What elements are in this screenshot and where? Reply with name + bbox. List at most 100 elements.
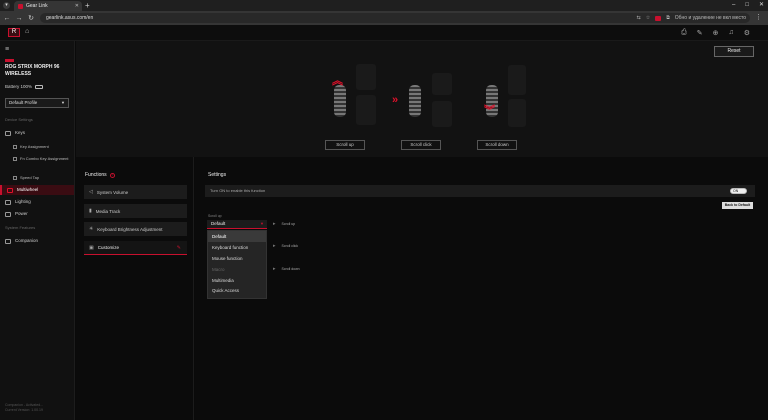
sidebar-subitem-key-assignment[interactable]: Key Assignment xyxy=(0,144,74,149)
edit-icon[interactable]: ✎ xyxy=(697,29,703,37)
browser-toolbar: ← → ↻ gearlink.asus.com/en ⇆ ☆ ⧉ Обно и … xyxy=(0,11,768,25)
option-quick-access[interactable]: Quick Access xyxy=(208,285,266,296)
close-window-button[interactable]: ✕ xyxy=(759,0,764,10)
companion-icon xyxy=(5,238,11,244)
power-icon xyxy=(5,211,11,217)
current-version: Current Version: 1.00.19 xyxy=(5,408,43,412)
arrow-right-icon: ▸ xyxy=(273,221,276,227)
maximize-button[interactable]: □ xyxy=(745,0,749,10)
function-system-volume[interactable]: ◁ System Volume xyxy=(84,185,187,199)
tab-favicon-icon xyxy=(18,3,23,9)
address-bar-icons: ⇆ ☆ ⧉ Обно и удаление не вкл место xyxy=(637,13,746,23)
tab-close-icon[interactable]: ✕ xyxy=(75,3,79,9)
enable-function-text: Turn ON to enable this function xyxy=(210,188,266,193)
home-icon[interactable]: ⌂ xyxy=(25,28,29,35)
sidebar-subitem-label: Fn Combo Key Assignment xyxy=(20,156,69,161)
star-icon[interactable]: ☆ xyxy=(646,13,650,23)
scroll-up-caption: Scroll up xyxy=(208,214,222,218)
function-type-menu: Default Keyboard function Mouse function… xyxy=(207,230,267,299)
chevron-down-icon: ▼ xyxy=(260,221,264,226)
functions-heading: Functions i xyxy=(85,172,115,178)
sidebar-item-label: Multiwheel xyxy=(17,187,39,192)
select-value: Default xyxy=(211,221,226,226)
menu-icon[interactable]: ≡ xyxy=(5,46,9,53)
sidebar-subitem-fn-combo[interactable]: Fn Combo Key Assignment xyxy=(0,156,74,161)
edit-pen-icon[interactable]: ✎ xyxy=(177,245,181,251)
globe-icon[interactable]: ⊕ xyxy=(713,29,719,37)
scroll-up-label[interactable]: Scroll up xyxy=(325,140,365,150)
multiwheel-preview: Reset ︽ Scroll up » Scroll click ︾ Scrol… xyxy=(76,41,768,157)
row-scroll-click: ▸ Scroll click xyxy=(273,243,298,249)
arrow-down-icon: ︾ xyxy=(484,105,495,117)
battery-status: Battery 100% xyxy=(5,84,44,89)
brand-logo-icon xyxy=(5,59,14,62)
profile-select[interactable]: Default Profile ▼ xyxy=(5,98,69,108)
back-icon[interactable]: ← xyxy=(2,15,12,22)
device-name: ROG STRIX MORPH 96 WIRELESS xyxy=(5,64,60,77)
enable-toggle[interactable]: ON xyxy=(730,188,747,194)
key-ghost xyxy=(356,95,376,125)
enable-function-row: Turn ON to enable this function ON xyxy=(205,185,755,197)
rog-logo-icon[interactable]: R xyxy=(8,28,20,37)
key-ghost xyxy=(432,101,452,127)
sidebar-subitem-label: Key Assignment xyxy=(20,144,49,149)
device-settings-label: Device Settings xyxy=(5,117,33,122)
option-mouse-function[interactable]: Mouse function xyxy=(208,253,266,264)
scroll-down-label[interactable]: Scroll down xyxy=(477,140,517,150)
record-badge-icon[interactable] xyxy=(655,15,662,21)
update-notice[interactable]: Обно и удаление не вкл место xyxy=(675,13,746,23)
function-customize[interactable]: ▣ Customize ✎ xyxy=(84,241,187,255)
wheel-scroll-up-graphic xyxy=(334,85,346,117)
sidebar-item-label: Power xyxy=(15,211,28,216)
settings-panel: Settings Turn ON to enable this function… xyxy=(195,157,768,420)
row-label: Scroll click xyxy=(281,244,299,248)
arrow-right-icon: ▸ xyxy=(273,266,276,272)
sidebar-item-power[interactable]: Power xyxy=(0,209,74,219)
scroll-click-label[interactable]: Scroll click xyxy=(401,140,441,150)
volume-icon: ◁ xyxy=(89,189,93,195)
translate-icon[interactable]: ⇆ xyxy=(637,13,641,23)
function-label: System Volume xyxy=(96,189,129,195)
option-default[interactable]: Default xyxy=(208,231,266,242)
option-keyboard-function[interactable]: Keyboard function xyxy=(208,242,266,253)
settings-title: Settings xyxy=(208,172,227,178)
sidebar-subitem-speed-tap[interactable]: Speed Tap xyxy=(0,175,74,180)
window-controls: – □ ✕ xyxy=(732,0,764,10)
function-label: Media Track xyxy=(95,208,121,214)
key-ghost xyxy=(432,73,452,95)
info-icon[interactable]: i xyxy=(109,172,115,178)
wheel-icon xyxy=(7,187,13,193)
brightness-icon: ✳ xyxy=(89,226,94,232)
extensions-icon[interactable]: ⧉ xyxy=(666,13,670,23)
reload-icon[interactable]: ↻ xyxy=(26,14,36,22)
minimize-button[interactable]: – xyxy=(732,0,735,10)
row-label: Scroll down xyxy=(281,267,300,271)
back-to-default-button[interactable]: Back to Default xyxy=(722,202,753,209)
new-tab-button[interactable]: + xyxy=(85,1,90,10)
browser-menu-icon[interactable]: ▾ xyxy=(3,2,10,9)
browser-tab[interactable]: Gear Link ✕ xyxy=(14,1,82,11)
sidebar-item-lighting[interactable]: Lighting xyxy=(0,197,74,207)
sidebar-item-keys[interactable]: Keys xyxy=(0,128,74,138)
function-type-select[interactable]: Default ▼ xyxy=(207,220,267,229)
function-media-track[interactable]: ▮ Media Track xyxy=(84,204,187,218)
option-multimedia[interactable]: Multimedia xyxy=(208,275,266,286)
notification-icon[interactable]: ♫ xyxy=(728,29,733,37)
url-text: gearlink.asus.com/en xyxy=(46,15,94,21)
forward-icon[interactable]: → xyxy=(14,15,24,22)
sidebar-item-label: Lighting xyxy=(15,199,31,204)
browser-kebab-icon[interactable]: ⋮ xyxy=(755,13,762,21)
app-header-icons: ⎙ ✎ ⊕ ♫ ⚙ xyxy=(681,29,750,37)
light-icon xyxy=(5,199,11,205)
key-icon xyxy=(13,145,17,149)
address-bar[interactable]: gearlink.asus.com/en ⇆ ☆ ⧉ Обно и удален… xyxy=(40,13,750,23)
settings-icon[interactable]: ⚙ xyxy=(744,29,750,37)
function-keyboard-brightness[interactable]: ✳ Keyboard Brightness Adjustment xyxy=(84,222,187,236)
sidebar-item-companion[interactable]: Companion xyxy=(0,236,74,246)
sidebar-item-multiwheel[interactable]: Multiwheel xyxy=(0,185,74,195)
row-scroll-up: ▸ Scroll up xyxy=(273,221,295,227)
speed-tap-icon xyxy=(13,176,17,180)
export-icon[interactable]: ⎙ xyxy=(681,29,687,37)
battery-icon xyxy=(35,84,44,89)
reset-button[interactable]: Reset xyxy=(714,46,754,57)
